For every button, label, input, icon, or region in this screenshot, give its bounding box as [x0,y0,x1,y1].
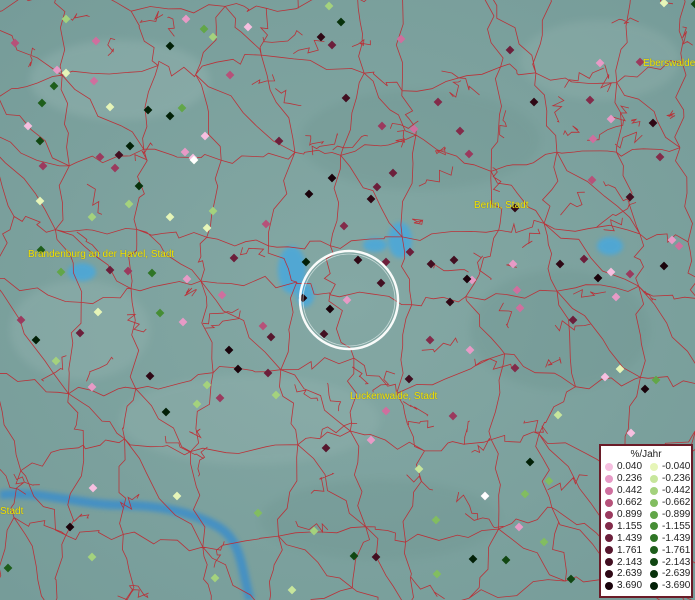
legend-swatch [650,581,658,590]
legend-value: -0.899 [662,509,691,520]
legend-row: -0.662 [650,497,690,509]
legend-value: 0.899 [617,509,643,520]
legend-swatch [650,462,658,471]
legend-row: 0.442 [605,485,642,497]
legend-value: -3.690 [662,580,691,592]
legend-row: -0.442 [650,485,690,497]
legend-value: -0.442 [662,485,691,497]
legend-swatch [605,569,613,578]
legend-row: -1.155 [650,520,690,532]
legend-row: -1.439 [650,532,690,544]
legend-swatch [605,474,613,483]
place-label-partial: Stadt [0,506,24,517]
map-canvas[interactable] [0,0,695,600]
legend-swatch [605,498,613,507]
legend-value: 0.236 [617,473,643,485]
legend-value: -1.439 [662,532,691,544]
legend-value: 0.662 [617,497,643,509]
legend-value: 2.639 [617,568,643,580]
legend-swatch [650,546,658,555]
place-label-eberswalde: Eberswalde [643,58,695,69]
legend-value: -0.662 [662,497,691,509]
legend-swatch [605,486,613,495]
legend-swatch [605,546,613,555]
legend-value: 0.040 [617,461,643,473]
legend-value: -2.639 [662,568,691,580]
legend-negative-column: -0.040 -0.236 -0.442 -0.662 -0.899 -1.155 -1.4… [650,461,690,592]
legend-value: -0.236 [662,473,691,485]
legend-value: -0.040 [662,461,691,473]
legend-value: 1.439 [617,532,643,544]
place-label-luckenwalde: Luckenwalde, Stadt [350,391,438,402]
legend-row: -1.761 [650,544,690,556]
legend-title: %/Jahr [630,449,662,460]
map-view[interactable]: Eberswalde Berlin, Stadt Brandenburg an … [0,0,695,600]
legend-swatch [650,558,658,567]
legend-swatch [650,486,658,495]
legend-value: 2.143 [617,556,643,568]
legend-value: -2.143 [662,556,691,568]
legend-swatch [650,534,658,543]
legend-swatch [605,581,613,590]
legend-row: -0.236 [650,473,690,485]
legend-swatch [605,510,613,519]
legend-row: 0.236 [605,473,642,485]
legend: %/Jahr 0.040 0.236 0.442 0.662 0.899 1.155 1.4… [599,444,693,598]
legend-swatch [605,522,613,531]
legend-row: 2.143 [605,556,642,568]
legend-row: 0.040 [605,461,642,473]
legend-row: 3.690 [605,580,642,592]
legend-value: -1.155 [662,520,691,532]
legend-row: 1.439 [605,532,642,544]
legend-value: 3.690 [617,580,643,592]
legend-row: 0.662 [605,497,642,509]
legend-row: -0.040 [650,461,690,473]
legend-row: -2.639 [650,568,690,580]
place-label-brandenburg: Brandenburg an der Havel, Stadt [28,249,175,260]
legend-row: 0.899 [605,509,642,521]
legend-swatch [605,462,613,471]
legend-value: 0.442 [617,485,643,497]
legend-row: -3.690 [650,580,690,592]
legend-swatch [605,534,613,543]
place-label-berlin: Berlin, Stadt [474,200,529,211]
legend-row: 1.761 [605,544,642,556]
legend-row: 2.639 [605,568,642,580]
legend-swatch [650,569,658,578]
legend-row: 1.155 [605,520,642,532]
legend-swatch [650,510,658,519]
legend-swatch [650,498,658,507]
legend-swatch [650,522,658,531]
legend-row: -2.143 [650,556,690,568]
legend-row: -0.899 [650,509,690,521]
legend-swatch [650,474,658,483]
legend-value: -1.761 [662,544,691,556]
legend-value: 1.761 [617,544,643,556]
legend-value: 1.155 [617,520,643,532]
legend-swatch [605,558,613,567]
legend-positive-column: 0.040 0.236 0.442 0.662 0.899 1.155 1.439 1.761… [605,461,642,592]
